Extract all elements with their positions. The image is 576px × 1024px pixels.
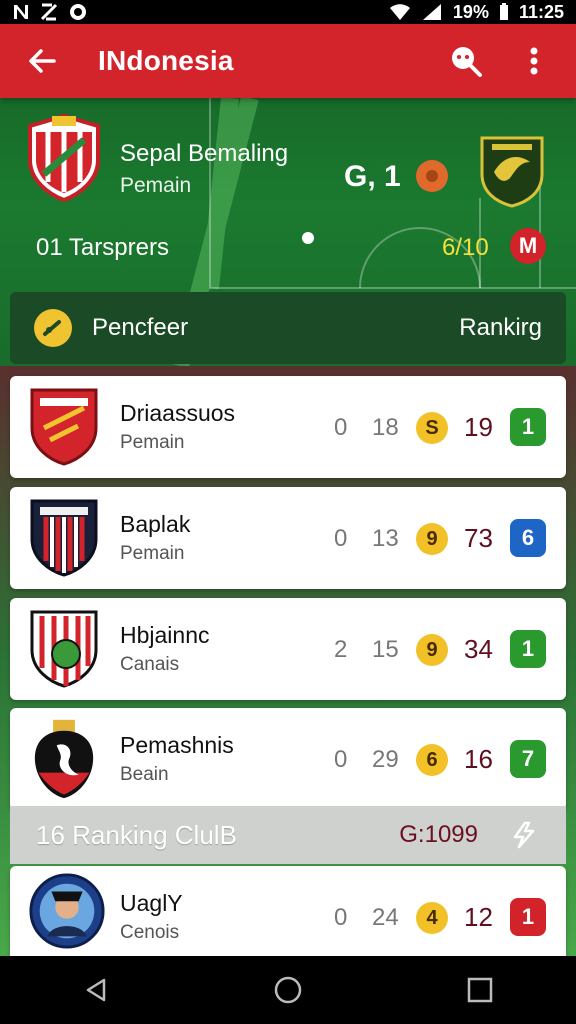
- app-bar-actions: [444, 39, 556, 83]
- nav-home-button[interactable]: [264, 966, 312, 1014]
- section-header[interactable]: Pencfeer Rankirg: [10, 292, 566, 364]
- page-title: INdonesia: [98, 45, 234, 76]
- clock: 11:25: [518, 1, 564, 22]
- ranking-value: G:1099: [399, 821, 478, 848]
- ball-icon: [302, 232, 314, 244]
- club-name: Baplak: [120, 511, 191, 537]
- transfers-value: 6/10: [442, 234, 489, 261]
- club-stat-2: 13: [372, 525, 399, 552]
- transfers-label: 01 Tarsprers: [36, 234, 169, 261]
- club-card[interactable]: Driaassuos Pemain 0 18 S 19 1: [10, 376, 566, 478]
- club-card[interactable]: Pemashnis Beain 0 29 6 16 7: [10, 708, 566, 810]
- back-button[interactable]: [20, 39, 64, 83]
- club-subtitle: Cenois: [120, 922, 180, 943]
- home-team-name: Sepal Bemaling: [120, 140, 289, 167]
- status-bar: 19% 11:25: [0, 0, 576, 24]
- battery-level: 19%: [452, 1, 489, 22]
- triangle-back-icon: [86, 978, 106, 1002]
- club-points: 19: [464, 412, 493, 442]
- match-score: G, 1: [344, 160, 401, 193]
- club-card[interactable]: UaglY Cenois 0 24 4 12 1: [10, 866, 566, 956]
- circle-home-icon: [274, 976, 302, 1004]
- club-rank: 1: [510, 898, 546, 936]
- battery-icon: [499, 3, 508, 20]
- club-points: 73: [464, 523, 493, 553]
- club-stat-1: 2: [334, 636, 348, 663]
- m-badge[interactable]: M: [510, 228, 546, 264]
- club-rank: 6: [510, 519, 546, 557]
- section-ranking-label[interactable]: Rankirg: [459, 314, 542, 342]
- whatsapp-icon: [70, 4, 86, 20]
- club-badge: 6: [416, 744, 448, 776]
- match-row[interactable]: Sepal Bemaling Pemain G, 1: [0, 112, 576, 208]
- more-options-button[interactable]: [512, 39, 556, 83]
- club-subtitle: Canais: [120, 654, 180, 675]
- section-title: Pencfeer: [92, 314, 189, 341]
- nav-back-button[interactable]: [72, 966, 120, 1014]
- square-recents-icon: [467, 977, 493, 1003]
- system-nav-bar: [0, 956, 576, 1024]
- club-name: UaglY: [120, 890, 183, 916]
- club-stat-2: 29: [372, 746, 399, 773]
- home-team-crest: [28, 113, 100, 202]
- search-button[interactable]: [444, 39, 488, 83]
- signal-icon: [422, 4, 441, 20]
- search-icon: [452, 47, 482, 77]
- home-team-subtitle: Pemain: [120, 174, 192, 197]
- nfc-icon: [40, 3, 58, 21]
- club-rank: 1: [510, 630, 546, 668]
- club-stat-2: 18: [372, 414, 399, 441]
- nav-recents-button[interactable]: [456, 966, 504, 1014]
- club-stat-1: 0: [334, 904, 348, 931]
- club-points: 34: [464, 634, 493, 664]
- club-points: 16: [464, 744, 493, 774]
- club-stat-2: 24: [372, 904, 399, 931]
- club-crest: [30, 610, 98, 688]
- ranking-bar[interactable]: 16 Ranking ClulB G:1099: [10, 806, 566, 864]
- club-rank: 7: [510, 740, 546, 778]
- score-badge: [416, 160, 448, 192]
- club-badge: 9: [416, 523, 448, 555]
- ball-icon: [426, 170, 438, 182]
- club-name: Driaassuos: [120, 400, 236, 426]
- flash-icon[interactable]: [506, 818, 540, 852]
- club-stat-1: 0: [334, 414, 348, 441]
- club-points: 12: [464, 902, 493, 932]
- ranking-label: 16 Ranking ClulB: [36, 819, 237, 850]
- status-right-icons: 19% 11:25: [389, 2, 564, 23]
- whistle-icon: [34, 309, 72, 347]
- club-badge: 4: [416, 902, 448, 934]
- wifi-icon: [389, 4, 410, 20]
- club-stat-1: 0: [334, 525, 348, 552]
- club-badge: 9: [416, 634, 448, 666]
- club-crest: [30, 388, 98, 466]
- app-bar: INdonesia: [0, 24, 576, 98]
- more-vert-icon: [530, 47, 538, 75]
- club-stat-2: 15: [372, 636, 399, 663]
- club-rank: 1: [510, 408, 546, 446]
- club-subtitle: Pemain: [120, 432, 185, 453]
- club-name: Pemashnis: [120, 732, 234, 758]
- arrow-left-icon: [29, 49, 56, 73]
- notification-icon: [14, 5, 28, 19]
- club-subtitle: Pemain: [120, 543, 185, 564]
- club-subtitle: Beain: [120, 764, 169, 785]
- status-left-icons: [12, 2, 88, 22]
- club-crest: [30, 499, 98, 577]
- club-stat-1: 0: [334, 746, 348, 773]
- club-card[interactable]: Baplak Pemain 0 13 9 73 6: [10, 487, 566, 589]
- club-crest: [29, 873, 105, 949]
- away-team-crest: [480, 136, 544, 208]
- club-badge: S: [416, 412, 448, 444]
- club-crest: [34, 719, 94, 799]
- club-name: Hbjainnc: [120, 622, 210, 648]
- club-card[interactable]: Hbjainnc Canais 2 15 9 34 1: [10, 598, 566, 700]
